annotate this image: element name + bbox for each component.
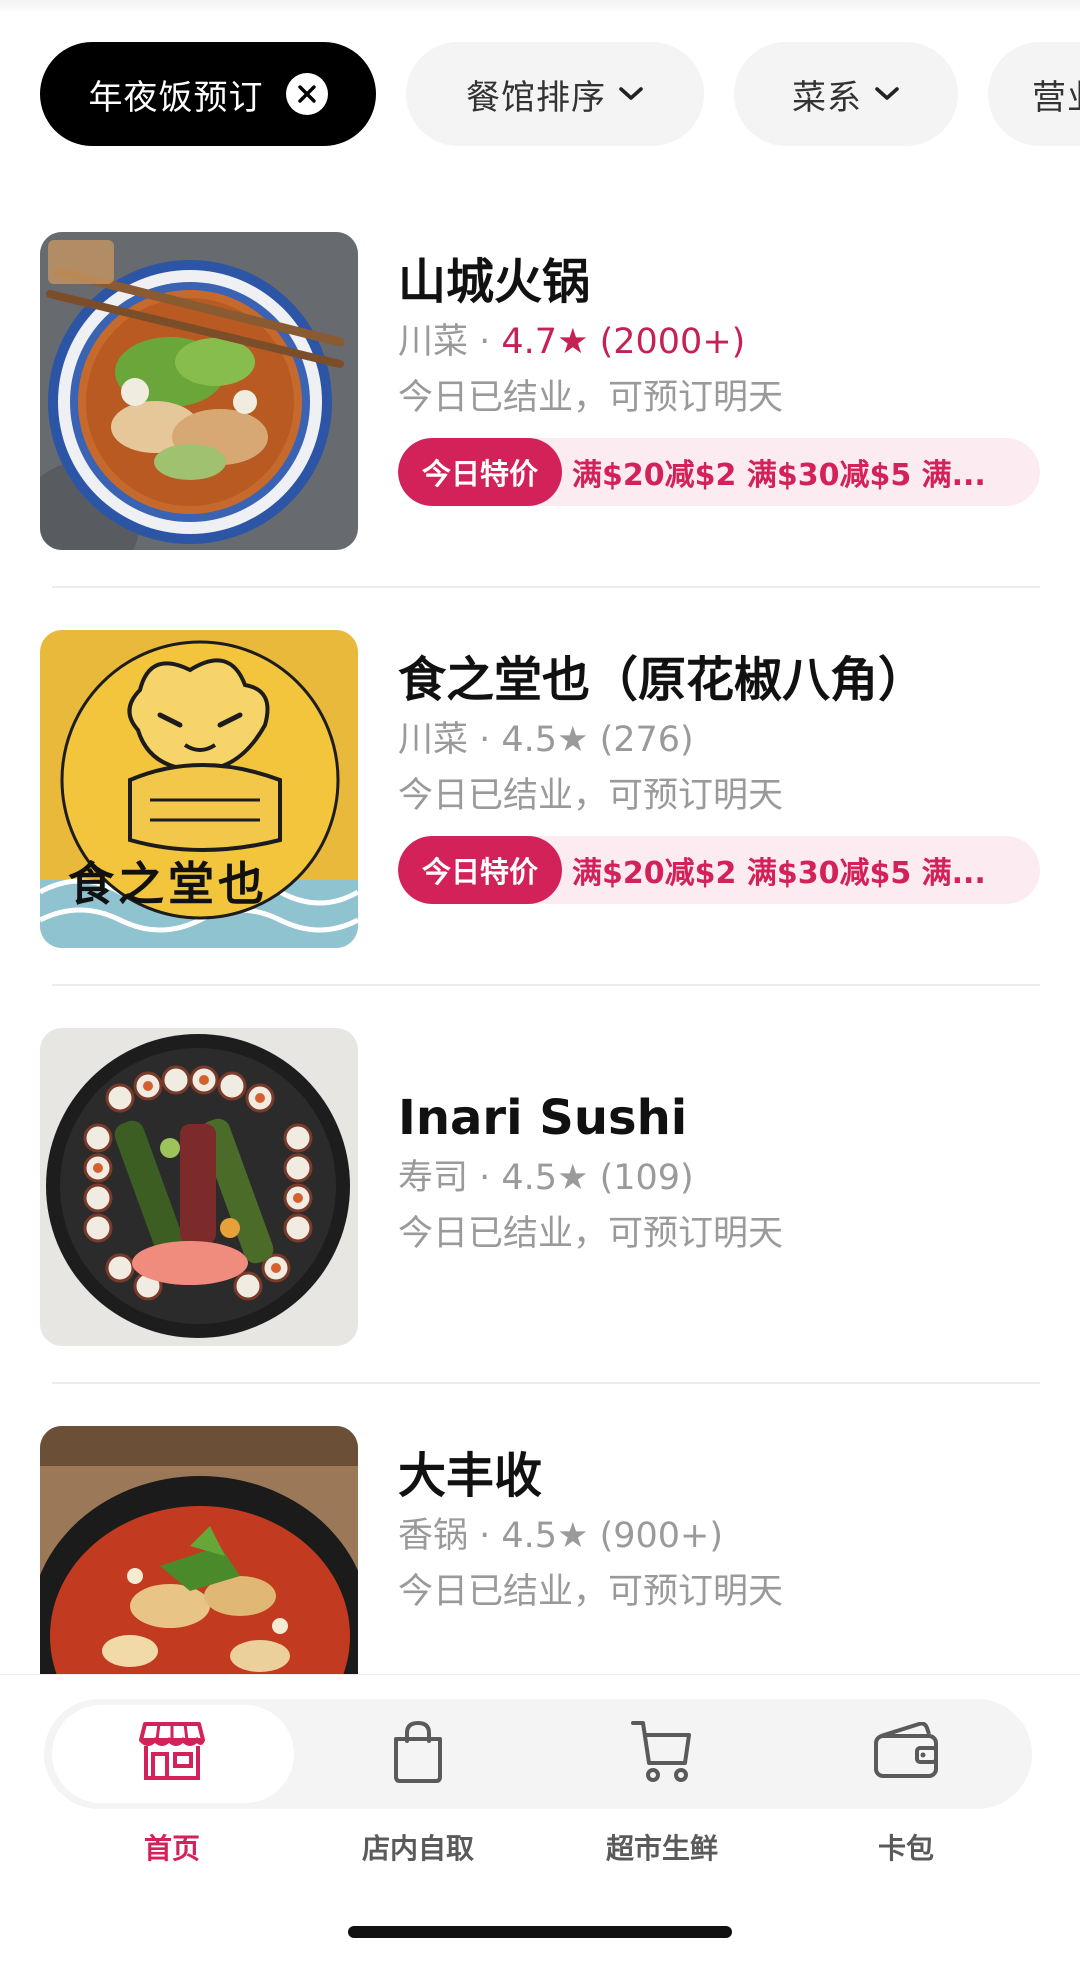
- deal-text: 满$20减$2 满$30减$5 满...: [572, 856, 986, 891]
- deal-text: 满$20减$2 满$30减$5 满...: [572, 458, 986, 493]
- close-icon[interactable]: [285, 73, 328, 115]
- restaurant-status: 今日已结业，可预订明天: [398, 1572, 784, 1612]
- meta-separator: ·: [468, 720, 502, 760]
- deal-strip: 今日特价 满$20减$2 满$30减$5 满...: [398, 438, 1040, 506]
- tab-wallet[interactable]: 卡包: [784, 1711, 1028, 1867]
- restaurant-thumbnail: [40, 232, 358, 550]
- restaurant-cuisine: 寿司: [398, 1158, 469, 1198]
- restaurant-status: 今日已结业，可预订明天: [398, 1214, 784, 1254]
- list-divider: [52, 984, 1040, 986]
- restaurant-card[interactable]: Inari Sushi 寿司 · 4.5★ (109) 今日已结业，可预订明天: [0, 1028, 1080, 1426]
- restaurant-meta: 寿司 · 4.5★ (109): [398, 1154, 1038, 1202]
- tab-label: 首页: [143, 1832, 200, 1865]
- meta-separator: ·: [468, 1158, 502, 1198]
- deal-badge: 今日特价: [398, 438, 563, 506]
- list-divider: [52, 1382, 1040, 1384]
- restaurant-review-count: (900+): [599, 1516, 724, 1556]
- bottom-tab-bar: 首页 店内自取 超市生鲜 卡包: [0, 1674, 1080, 1964]
- tab-label: 店内自取: [361, 1832, 474, 1865]
- filter-chip-label: 营业: [1032, 77, 1080, 118]
- store-icon: [139, 1711, 205, 1791]
- tab-label: 超市生鲜: [605, 1832, 718, 1865]
- filter-chip-hours[interactable]: 营业: [988, 42, 1080, 146]
- filter-chip-sort[interactable]: 餐馆排序: [406, 42, 704, 146]
- tab-grocery[interactable]: 超市生鲜: [540, 1711, 784, 1867]
- restaurant-rating: 4.7★: [501, 322, 589, 362]
- restaurant-info: 山城火锅 川菜 · 4.7★ (2000+) 今日已结业，可预订明天 今日特价 …: [398, 252, 1040, 506]
- restaurant-name: 大丰收: [398, 1448, 543, 1504]
- restaurant-card[interactable]: 山城火锅 川菜 · 4.7★ (2000+) 今日已结业，可预订明天 今日特价 …: [0, 232, 1080, 630]
- restaurant-info: 食之堂也（原花椒八角） 川菜 · 4.5★ (276) 今日已结业，可预订明天 …: [398, 650, 1040, 904]
- chevron-down-icon: [874, 86, 900, 102]
- restaurant-thumbnail: [40, 1028, 358, 1346]
- home-indicator[interactable]: [348, 1926, 732, 1938]
- restaurant-name: 食之堂也（原花椒八角）: [398, 652, 927, 708]
- top-edge: [0, 0, 1080, 14]
- bag-icon: [392, 1711, 444, 1791]
- restaurant-cuisine: 川菜: [398, 322, 469, 362]
- restaurant-cuisine: 川菜: [398, 720, 469, 760]
- filter-chip-label: 餐馆排序: [466, 77, 606, 118]
- filter-chip-label: 年夜饭预订: [88, 77, 264, 118]
- restaurant-review-count: (109): [599, 1158, 694, 1198]
- restaurant-meta: 川菜 · 4.7★ (2000+): [398, 318, 1038, 366]
- restaurant-thumbnail: [40, 1426, 358, 1674]
- tab-label: 卡包: [877, 1832, 934, 1865]
- restaurant-rating: 4.5★: [501, 720, 589, 760]
- restaurant-rating: 4.5★: [501, 1516, 589, 1556]
- restaurant-meta: 川菜 · 4.5★ (276): [398, 716, 1038, 764]
- wallet-icon: [873, 1711, 939, 1791]
- restaurant-review-count: (2000+): [599, 322, 746, 362]
- filter-chip-cuisine[interactable]: 菜系: [734, 42, 958, 146]
- restaurant-thumbnail: 食之堂也: [40, 630, 358, 948]
- cart-icon: [631, 1711, 693, 1791]
- restaurant-meta: 香锅 · 4.5★ (900+): [398, 1512, 1038, 1560]
- list-divider: [52, 586, 1040, 588]
- deal-strip: 今日特价 满$20减$2 满$30减$5 满...: [398, 836, 1040, 904]
- deal-badge: 今日特价: [398, 836, 563, 904]
- logo-text: 食之堂也: [68, 857, 268, 911]
- filter-chip-active[interactable]: 年夜饭预订: [40, 42, 376, 146]
- restaurant-card[interactable]: 食之堂也 食之堂也（原花椒八角） 川菜 · 4.5★ (276) 今日已结业，可…: [0, 630, 1080, 1028]
- restaurant-name: 山城火锅: [398, 254, 591, 310]
- chevron-down-icon: [618, 86, 644, 102]
- tab-pickup[interactable]: 店内自取: [296, 1711, 540, 1867]
- filter-chip-label: 菜系: [792, 77, 862, 118]
- meta-separator: ·: [468, 322, 502, 362]
- restaurant-name: Inari Sushi: [398, 1090, 688, 1146]
- restaurant-status: 今日已结业，可预订明天: [398, 776, 784, 816]
- meta-separator: ·: [468, 1516, 502, 1556]
- restaurant-review-count: (276): [599, 720, 694, 760]
- filter-bar[interactable]: 年夜饭预订 餐馆排序 菜系 营业: [0, 42, 1080, 148]
- tab-home[interactable]: 首页: [50, 1711, 294, 1867]
- restaurant-status: 今日已结业，可预订明天: [398, 378, 784, 418]
- restaurant-info: 大丰收 香锅 · 4.5★ (900+) 今日已结业，可预订明天: [398, 1446, 1038, 1616]
- restaurant-rating: 4.5★: [501, 1158, 589, 1198]
- restaurant-cuisine: 香锅: [398, 1516, 469, 1556]
- restaurant-info: Inari Sushi 寿司 · 4.5★ (109) 今日已结业，可预订明天: [398, 1088, 1038, 1258]
- restaurant-list-page: 年夜饭预订 餐馆排序 菜系 营业: [0, 0, 1080, 1964]
